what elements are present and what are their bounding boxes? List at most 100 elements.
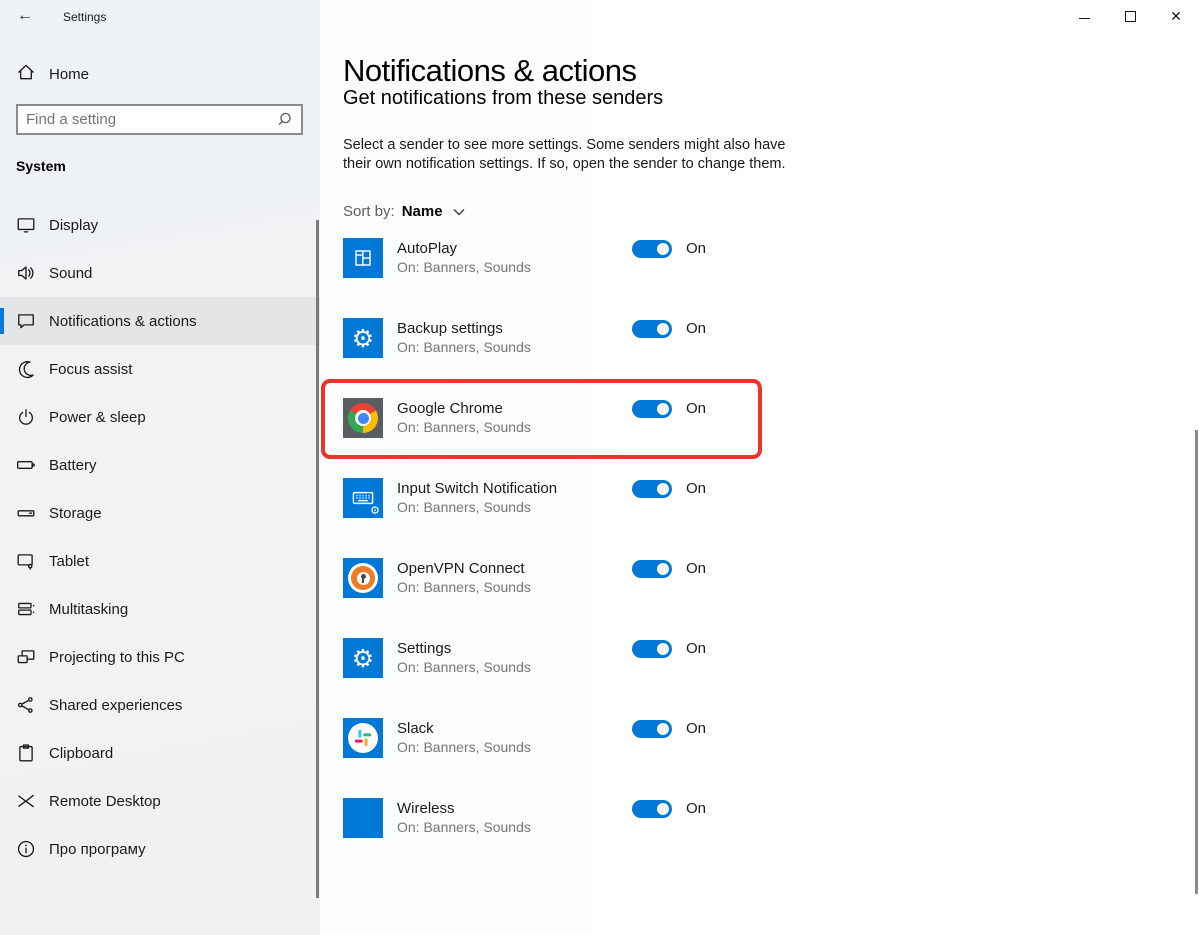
sidebar-item-sound[interactable]: Sound <box>0 249 320 297</box>
sidebar-item-home[interactable]: Home <box>0 58 320 90</box>
toggle-state-label: On <box>686 400 706 417</box>
sidebar-item-label: Storage <box>49 505 102 522</box>
app-name: OpenVPN Connect <box>397 560 525 577</box>
chevron-down-icon <box>453 208 465 216</box>
search-input[interactable] <box>18 111 275 128</box>
sidebar-item-label: Sound <box>49 265 92 282</box>
sidebar-item-remote-desktop[interactable]: Remote Desktop <box>0 777 320 825</box>
toggle-switch[interactable] <box>632 560 672 578</box>
search-icon[interactable] <box>275 111 293 129</box>
shared-experiences-icon <box>16 695 36 715</box>
section-title-clip: Get notifications from these senders <box>343 90 663 111</box>
multitasking-icon <box>16 599 36 619</box>
sound-icon <box>16 263 36 283</box>
sort-by-value: Name <box>402 203 443 220</box>
sort-by-control[interactable]: Sort by: Name <box>343 203 465 220</box>
sidebar-item-label: Remote Desktop <box>49 793 161 810</box>
toggle-state-label: On <box>686 560 706 577</box>
autoplay-icon <box>343 238 383 278</box>
main-content: ✕ Notifications & actions Get notificati… <box>320 0 1199 935</box>
window-title: Settings <box>63 10 106 24</box>
remote-desktop-icon <box>16 791 36 811</box>
display-icon <box>16 215 36 235</box>
wireless-icon <box>343 798 383 838</box>
app-name: AutoPlay <box>397 240 457 257</box>
moon-icon <box>16 359 36 379</box>
tablet-icon <box>16 551 36 571</box>
sidebar-item-tablet[interactable]: Tablet <box>0 537 320 585</box>
gear-icon: ⚙ <box>343 638 383 678</box>
sidebar: ← Settings Home System Display <box>0 0 320 935</box>
sidebar-item-label: Notifications & actions <box>49 313 197 330</box>
sidebar-scrollbar[interactable] <box>316 220 319 898</box>
app-name: Google Chrome <box>397 400 503 417</box>
toggle-switch[interactable] <box>632 640 672 658</box>
sidebar-item-multitasking[interactable]: Multitasking <box>0 585 320 633</box>
sort-by-label: Sort by: <box>343 203 395 220</box>
sidebar-item-battery[interactable]: Battery <box>0 441 320 489</box>
gear-badge-icon: ⚙ <box>370 505 380 516</box>
info-icon <box>16 839 36 859</box>
sidebar-item-storage[interactable]: Storage <box>0 489 320 537</box>
description-line: Select a sender to see more settings. So… <box>343 136 786 155</box>
notification-sender-list: AutoPlay On: Banners, Sounds On ⚙ Backup… <box>343 238 783 878</box>
list-item-slack[interactable]: Slack On: Banners, Sounds On <box>343 718 783 798</box>
list-item-wireless[interactable]: Wireless On: Banners, Sounds On <box>343 798 783 878</box>
list-item-autoplay[interactable]: AutoPlay On: Banners, Sounds On <box>343 238 783 318</box>
gear-icon: ⚙ <box>343 318 383 358</box>
sidebar-item-focus-assist[interactable]: Focus assist <box>0 345 320 393</box>
list-item-openvpn[interactable]: OpenVPN Connect On: Banners, Sounds On <box>343 558 783 638</box>
sidebar-item-label: Про програму <box>49 841 146 858</box>
maximize-button[interactable] <box>1107 0 1153 32</box>
list-item-settings[interactable]: ⚙ Settings On: Banners, Sounds On <box>343 638 783 718</box>
toggle-switch[interactable] <box>632 800 672 818</box>
sidebar-item-label: Tablet <box>49 553 89 570</box>
power-icon <box>16 407 36 427</box>
close-button[interactable]: ✕ <box>1153 0 1199 32</box>
list-item-input-switch[interactable]: ⚙ Input Switch Notification On: Banners,… <box>343 478 783 558</box>
toggle-switch[interactable] <box>632 400 672 418</box>
minimize-icon <box>1079 18 1090 19</box>
sidebar-item-about[interactable]: Про програму <box>0 825 320 873</box>
list-item-backup-settings[interactable]: ⚙ Backup settings On: Banners, Sounds On <box>343 318 783 398</box>
sidebar-item-label: Projecting to this PC <box>49 649 185 666</box>
sidebar-nav: Display Sound Notifications & actions Fo… <box>0 201 320 873</box>
toggle-state-label: On <box>686 800 706 817</box>
minimize-button[interactable] <box>1061 0 1107 32</box>
sidebar-item-power-sleep[interactable]: Power & sleep <box>0 393 320 441</box>
sidebar-item-notifications[interactable]: Notifications & actions <box>0 297 320 345</box>
sidebar-item-label: Battery <box>49 457 97 474</box>
back-button[interactable]: ← <box>8 2 42 30</box>
toggle-switch[interactable] <box>632 720 672 738</box>
app-status: On: Banners, Sounds <box>397 659 531 675</box>
toggle-state-label: On <box>686 640 706 657</box>
app-status: On: Banners, Sounds <box>397 819 531 835</box>
battery-icon <box>16 455 36 475</box>
sidebar-item-label: Home <box>49 66 89 83</box>
toggle-state-label: On <box>686 320 706 337</box>
toggle-state-label: On <box>686 480 706 497</box>
toggle-switch[interactable] <box>632 240 672 258</box>
description-line: their own notification settings. If so, … <box>343 155 786 174</box>
sidebar-section-header: System <box>16 158 66 174</box>
toggle-switch[interactable] <box>632 320 672 338</box>
sidebar-item-label: Display <box>49 217 98 234</box>
sidebar-item-display[interactable]: Display <box>0 201 320 249</box>
settings-window: ← Settings Home System Display <box>0 0 1199 935</box>
sidebar-item-clipboard[interactable]: Clipboard <box>0 729 320 777</box>
app-status: On: Banners, Sounds <box>397 419 531 435</box>
list-item-google-chrome[interactable]: Google Chrome On: Banners, Sounds On <box>343 398 783 478</box>
toggle-switch[interactable] <box>632 480 672 498</box>
slack-icon <box>343 718 383 758</box>
toggle-state-label: On <box>686 240 706 257</box>
sidebar-item-shared-experiences[interactable]: Shared experiences <box>0 681 320 729</box>
home-icon <box>16 62 36 87</box>
notifications-icon <box>16 311 36 331</box>
sidebar-item-label: Clipboard <box>49 745 113 762</box>
sidebar-item-label: Shared experiences <box>49 697 182 714</box>
main-scrollbar[interactable] <box>1195 430 1198 894</box>
app-name: Backup settings <box>397 320 503 337</box>
openvpn-icon <box>343 558 383 598</box>
projecting-icon <box>16 647 36 667</box>
sidebar-item-projecting[interactable]: Projecting to this PC <box>0 633 320 681</box>
